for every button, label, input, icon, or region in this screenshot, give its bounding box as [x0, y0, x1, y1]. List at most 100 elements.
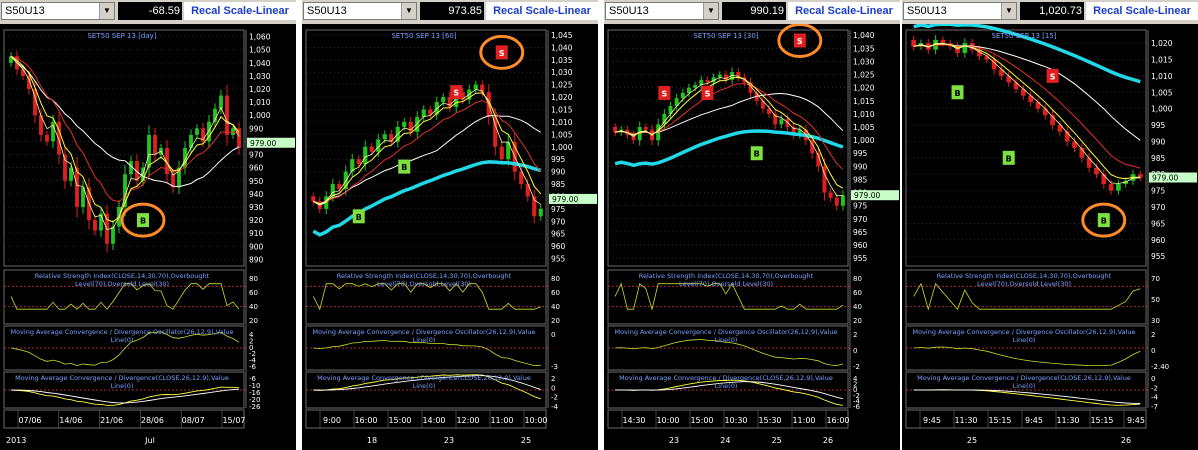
date-tick-label: 11:30 [954, 416, 977, 425]
price-tick-label: 920 [249, 216, 264, 225]
date-tick-label: 14:00 [422, 416, 445, 425]
rsi-tick-label: 80 [853, 275, 862, 283]
price-tick-label: 970 [853, 215, 868, 224]
signal-label: B [1006, 154, 1012, 163]
osc-label: Line(0) [413, 336, 436, 344]
price-tick-label: 1,010 [249, 98, 271, 107]
price-tick-label: 1,045 [551, 31, 573, 40]
chevron-down-icon[interactable]: ▼ [703, 3, 718, 19]
price-tick-label: 970 [551, 217, 566, 226]
date-tick-label: 9:45 [1127, 416, 1145, 425]
recal-scale-button[interactable]: Recal Scale-Linear [788, 2, 900, 20]
period-label: 25 [521, 436, 531, 445]
candle-body [705, 79, 710, 83]
macd-tick-label: -2 [551, 394, 558, 402]
price-tick-label: 990 [853, 162, 868, 171]
osc-tick-label: -2 [853, 363, 860, 371]
chevron-down-icon[interactable]: ▼ [99, 3, 114, 19]
candle-body [93, 220, 97, 231]
price-tick-label: 995 [853, 149, 868, 158]
candle-body [408, 121, 413, 132]
candle-body [111, 226, 115, 244]
candle-body [153, 134, 157, 155]
symbol-text: S50U13 [307, 5, 347, 17]
chart-canvas[interactable]: 1,045 1,040 1,035 1,030 1,025 1,020 1,015 1,010… [302, 24, 598, 450]
osc-label: Moving Average Convergence / Divergence … [10, 328, 233, 336]
recal-scale-button[interactable]: Recal Scale-Linear [1086, 2, 1198, 20]
rsi-label: Level(70),Oversold Level(30) [377, 280, 471, 288]
period-label: 23 [444, 436, 454, 445]
chevron-down-icon[interactable]: ▼ [401, 3, 416, 19]
price-tick-label: 965 [853, 228, 868, 237]
candle-body [984, 56, 990, 60]
candle-body [499, 146, 504, 160]
price-tick-label: 1,050 [249, 46, 271, 55]
chevron-down-icon[interactable]: ▼ [1001, 3, 1016, 19]
candle-body [21, 69, 25, 76]
chart-canvas[interactable]: 1,040 1,035 1,030 1,025 1,020 1,015 1,010 1,005… [604, 24, 900, 450]
candle-body [1042, 108, 1048, 116]
symbol-select[interactable]: S50U13 ▼ [903, 2, 1017, 20]
price-tick-label: 1,015 [551, 105, 573, 114]
last-price-text: 979.00 [854, 191, 880, 200]
price-tick-label: 960 [249, 164, 264, 173]
rsi-tick-label: 60 [853, 289, 862, 297]
price-tick-label: 900 [249, 242, 264, 251]
osc-tick-label: 2 [853, 331, 857, 339]
rsi-tick-label: 60 [249, 289, 258, 297]
signal-label: B [356, 213, 362, 222]
macd-tick-label: 0 [551, 384, 555, 392]
price-tick-label: 1,035 [551, 56, 573, 65]
chart-canvas[interactable]: 1,0201,0151,0101,0051,000995990985980975… [902, 24, 1198, 450]
symbol-select[interactable]: S50U13 ▼ [303, 2, 417, 20]
ma-mid-line [313, 115, 542, 206]
price-tick-label: 1,030 [551, 68, 573, 77]
price-tick-label: 960 [1151, 236, 1166, 245]
price-tick-label: 985 [853, 175, 868, 184]
candle-body [51, 121, 55, 142]
macd-tick-label: 0 [1151, 375, 1155, 383]
candle-body [962, 43, 968, 53]
signal-label: S [797, 37, 803, 46]
candle-body [189, 134, 193, 148]
osc-label: Line(0) [1013, 336, 1036, 344]
macd-label: Moving Average Convergence / Divergence(… [619, 374, 833, 382]
panel-toolbar: S50U13 ▼ 973.85 Recal Scale-Linear [302, 0, 598, 24]
osc-tick-label: 0 [1151, 347, 1155, 355]
chart-canvas[interactable]: 1,0601,0501,0401,0301,0201,0101,00099098… [0, 24, 296, 450]
symbol-select[interactable]: S50U13 ▼ [1, 2, 115, 20]
date-tick-label: 16:00 [826, 416, 849, 425]
signal-label: B [754, 150, 760, 159]
candle-body [225, 95, 229, 135]
recal-scale-button[interactable]: Recal Scale-Linear [486, 2, 598, 20]
recal-scale-button[interactable]: Recal Scale-Linear [184, 2, 296, 20]
date-tick-label: 10:00 [656, 416, 679, 425]
date-tick-label: 15:00 [388, 416, 411, 425]
symbol-select[interactable]: S50U13 ▼ [605, 2, 719, 20]
period-label: 18 [367, 436, 377, 445]
chart-title: SET50 SEP 13 [15] [991, 32, 1056, 40]
date-tick-label: 21/06 [100, 416, 123, 425]
date-tick-label: 15/07 [222, 416, 245, 425]
period-label: 23 [669, 436, 679, 445]
rsi-tick-label: 70 [1151, 275, 1160, 283]
osc-label: Moving Average Convergence / Divergence … [912, 328, 1135, 336]
price-tick-label: 1,035 [853, 44, 875, 53]
rsi-tick-label: 40 [249, 303, 258, 311]
candle-body [538, 208, 543, 217]
candle-body [687, 87, 691, 93]
symbol-text: S50U13 [907, 5, 947, 17]
price-tick-label: 990 [1151, 137, 1166, 146]
price-tick-label: 995 [1151, 121, 1166, 130]
candle-body [473, 84, 478, 90]
value-readout: 1,020.73 [1020, 2, 1084, 20]
price-tick-label: 1,040 [249, 59, 271, 68]
macd-tick-label: -2 [1151, 384, 1158, 392]
candle-body [356, 159, 361, 165]
osc-label: Moving Average Convergence / Divergence … [614, 328, 837, 336]
panel-toolbar: S50U13 ▼ 1,020.73 Recal Scale-Linear [902, 0, 1198, 24]
osc-line [913, 346, 1141, 367]
rsi-label: Relative Strength Index(CLOSE,14,30,70),… [639, 272, 814, 280]
candle-body [45, 134, 49, 142]
date-tick-label: 14/06 [59, 416, 82, 425]
